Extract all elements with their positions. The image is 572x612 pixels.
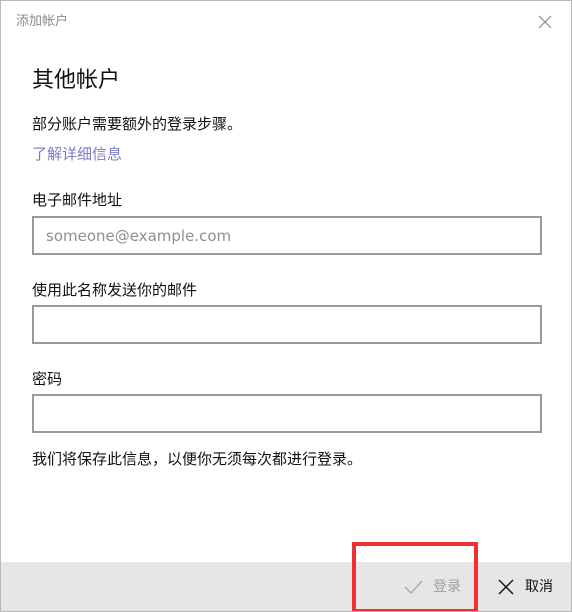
window-title: 添加帐户 xyxy=(16,14,69,29)
password-field-box xyxy=(32,394,542,433)
password-field[interactable] xyxy=(34,396,540,431)
close-button[interactable] xyxy=(533,10,557,34)
cancel-button[interactable]: 取消 xyxy=(496,562,553,611)
save-info-note: 我们将保存此信息，以便你无须每次都进行登录。 xyxy=(32,450,363,468)
checkmark-icon xyxy=(402,576,424,598)
cancel-label: 取消 xyxy=(525,578,553,595)
sign-in-button[interactable]: 登录 xyxy=(402,562,461,611)
password-label: 密码 xyxy=(32,370,63,388)
display-name-field-box xyxy=(32,305,542,344)
email-label: 电子邮件地址 xyxy=(32,191,123,209)
email-field[interactable] xyxy=(34,218,540,253)
display-name-field[interactable] xyxy=(34,307,540,342)
close-icon xyxy=(496,577,516,597)
page-title: 其他帐户 xyxy=(32,68,121,93)
add-account-dialog: 添加帐户 其他帐户 部分账户需要额外的登录步骤。 了解详细信息 电子邮件地址 使… xyxy=(0,0,572,612)
email-field-box xyxy=(32,216,542,255)
close-icon xyxy=(533,10,557,34)
display-name-label: 使用此名称发送你的邮件 xyxy=(32,281,198,299)
description-text: 部分账户需要额外的登录步骤。 xyxy=(32,115,243,133)
learn-more-link[interactable]: 了解详细信息 xyxy=(32,143,122,165)
dialog-footer: 登录 取消 xyxy=(1,562,571,611)
title-bar: 添加帐户 xyxy=(1,1,571,43)
sign-in-label: 登录 xyxy=(433,578,461,595)
